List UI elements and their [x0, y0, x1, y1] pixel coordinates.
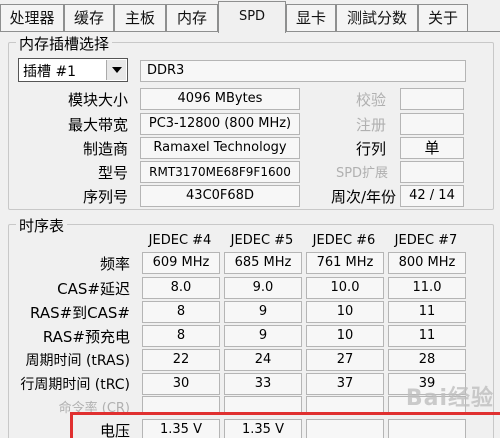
module-size-label: 模块大小: [67, 91, 128, 109]
correction-label: 校验: [355, 91, 386, 109]
timing-cell: 33: [224, 373, 302, 395]
manufacturer-label: 制造商: [82, 140, 128, 158]
ranks-value: 单: [400, 137, 464, 159]
timing-cell: 685 MHz: [224, 252, 302, 274]
timing-row-label: 周期时间 (tRAS): [25, 353, 131, 369]
tab-about[interactable]: 关于: [418, 4, 468, 32]
timings-group-title: 时序表: [16, 215, 68, 236]
timing-cell: 9: [224, 325, 302, 347]
serial-number-label: 序列号: [82, 188, 128, 206]
tab-bench[interactable]: 测試分数: [336, 4, 418, 32]
timing-cell: 800 MHz: [388, 252, 466, 274]
ranks-label: 行列: [355, 140, 386, 158]
timing-cell: 1.35 V: [224, 419, 302, 438]
max-bandwidth-value: PC3-12800 (800 MHz): [140, 113, 300, 135]
highlight-left-line: [70, 412, 73, 438]
slot-group-title: 内存插槽选择: [16, 33, 113, 54]
timing-row-label: 行周期时间 (tRC): [20, 377, 130, 393]
timing-cell: 11.0: [388, 277, 466, 299]
tab-caches[interactable]: 缓存: [64, 4, 114, 32]
part-number-value: RMT3170ME68F9F1600: [140, 161, 300, 183]
timing-cell: 8: [142, 301, 220, 323]
timing-cell: 37: [306, 373, 384, 395]
timing-cell: 9.0: [224, 277, 302, 299]
manufacturer-value: Ramaxel Technology: [140, 137, 300, 159]
timing-cell: 27: [306, 349, 384, 371]
timing-cell: 1.35 V: [142, 419, 220, 438]
module-size-value: 4096 MBytes: [140, 88, 300, 110]
chevron-down-icon[interactable]: [106, 60, 126, 80]
spd-ext-label: SPD扩展: [335, 166, 389, 181]
slot-select-value: 插槽 #1: [23, 64, 77, 80]
registered-label: 注册: [355, 116, 386, 134]
memory-type-value: DDR3: [140, 60, 466, 82]
registered-value: [400, 113, 464, 135]
week-year-label: 周次/年份: [330, 188, 396, 206]
slot-select[interactable]: 插槽 #1: [18, 58, 128, 82]
timing-row-label: CAS#延迟: [57, 280, 130, 298]
timing-cell: [306, 419, 384, 438]
timing-row-label: RAS#到CAS#: [30, 304, 130, 322]
timing-cell: 10: [306, 325, 384, 347]
column-header: JEDEC #6: [312, 233, 376, 248]
tab-graphics[interactable]: 显卡: [286, 4, 336, 32]
column-header: JEDEC #5: [230, 233, 294, 248]
timing-cell: 8: [142, 325, 220, 347]
tab-bar: 处理器 缓存 主板 内存 SPD 显卡 测試分数 关于: [0, 0, 500, 33]
spd-ext-value: [400, 161, 464, 183]
timing-row-label: RAS#预充电: [42, 328, 130, 346]
timing-cell: [388, 419, 466, 438]
column-header: JEDEC #7: [394, 233, 458, 248]
timing-cell: 11: [388, 325, 466, 347]
timing-cell: 761 MHz: [306, 252, 384, 274]
week-year-value: 42 / 14: [400, 185, 464, 207]
tab-memory[interactable]: 内存: [166, 4, 218, 32]
timing-cell: 11: [388, 301, 466, 323]
tab-cpu[interactable]: 处理器: [0, 4, 64, 32]
timing-cell: 8.0: [142, 277, 220, 299]
highlight-top-line: [70, 412, 500, 415]
timing-cell: 10.0: [306, 277, 384, 299]
timing-cell: 30: [142, 373, 220, 395]
column-header: JEDEC #4: [148, 233, 212, 248]
timing-cell: 10: [306, 301, 384, 323]
timing-cell: 22: [142, 349, 220, 371]
timing-cell: 28: [388, 349, 466, 371]
tab-mainboard[interactable]: 主板: [114, 4, 166, 32]
watermark: Bai经验: [405, 386, 494, 411]
serial-number-value: 43C0F68D: [140, 185, 300, 207]
tab-spd[interactable]: SPD: [218, 1, 286, 33]
timing-cell: 609 MHz: [142, 252, 220, 274]
timing-row-label: 频率: [99, 255, 130, 273]
timing-cell: 24: [224, 349, 302, 371]
correction-value: [400, 88, 464, 110]
part-number-label: 型号: [97, 164, 128, 182]
timing-cell: 9: [224, 301, 302, 323]
max-bandwidth-label: 最大带宽: [67, 116, 128, 134]
